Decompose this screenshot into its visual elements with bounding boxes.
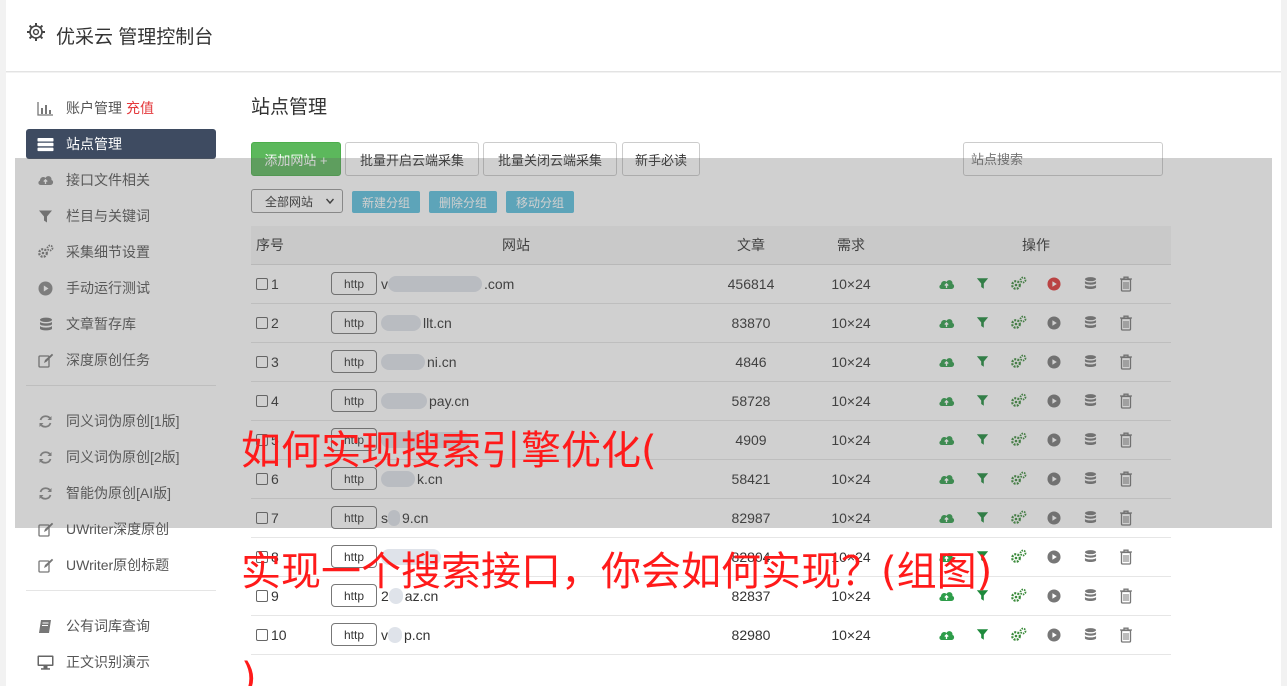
book-icon [37, 618, 54, 635]
watermark-line-2: 实现一个搜索接口，你会如何实现？(组图) [241, 549, 993, 595]
database-op-icon[interactable] [1081, 548, 1099, 566]
play-op-icon[interactable] [1045, 626, 1063, 644]
redacted-blur [388, 626, 402, 643]
main-content: 站点管理 添加网站 + 批量开启云端采集 批量关闭云端采集 新手必读 全部网站 … [251, 93, 1171, 655]
sidebar-item-label: 公有词库查询 [66, 618, 150, 634]
row-number: 10 [271, 626, 287, 643]
bar-chart-icon [37, 100, 54, 117]
monitor-icon [37, 654, 54, 671]
watermark-line-1: 如何实现搜索引擎优化( [241, 428, 657, 474]
play-op-icon[interactable] [1045, 587, 1063, 605]
database-op-icon[interactable] [1081, 626, 1099, 644]
database-op-icon[interactable] [1081, 587, 1099, 605]
table-row: 10 http v p.cn 82980 10×24 [251, 615, 1171, 655]
row-actions [901, 626, 1171, 644]
app-title: 优采云 管理控制台 [56, 27, 214, 48]
sidebar-item[interactable]: UWriter原创标题 [26, 550, 216, 580]
trash-icon[interactable] [1117, 548, 1135, 566]
edit-icon [37, 557, 54, 574]
sidebar-item[interactable]: 站点管理 [26, 129, 216, 159]
gears-op-icon[interactable] [1009, 587, 1027, 605]
play-op-icon[interactable] [1045, 548, 1063, 566]
row-checkbox[interactable] [256, 628, 268, 641]
protocol-badge[interactable]: http [331, 623, 377, 646]
nav-divider [26, 590, 216, 591]
sidebar-item-label: 站点管理 [66, 136, 122, 152]
watermark-line-3: ) [241, 655, 257, 686]
sidebar-item-label: 账户管理 [66, 100, 122, 116]
recharge-link[interactable]: 充值 [126, 98, 154, 118]
sidebar-item[interactable]: 正文识别演示 [26, 647, 216, 677]
page-title: 站点管理 [251, 97, 328, 118]
server-icon [37, 136, 54, 153]
cloud-upload-op-icon[interactable] [937, 626, 955, 644]
gears-op-icon[interactable] [1009, 626, 1027, 644]
gears-op-icon[interactable] [1009, 548, 1027, 566]
demand-value[interactable]: 10×24 [801, 615, 901, 655]
gear-icon [26, 22, 46, 42]
article-count[interactable]: 82980 [701, 615, 801, 655]
filter-op-icon[interactable] [973, 626, 991, 644]
trash-icon[interactable] [1117, 587, 1135, 605]
sidebar-item[interactable]: 账户管理 充值 [26, 93, 216, 123]
sidebar-item[interactable]: 公有词库查询 [26, 611, 216, 641]
trash-icon[interactable] [1117, 626, 1135, 644]
sidebar-item-label: UWriter原创标题 [66, 557, 170, 573]
sidebar-item-label: 正文识别演示 [66, 654, 150, 670]
site-url-start: v [381, 626, 388, 643]
top-bar: 优采云 管理控制台 [6, 0, 1281, 72]
site-url-end[interactable]: p.cn [404, 627, 430, 643]
